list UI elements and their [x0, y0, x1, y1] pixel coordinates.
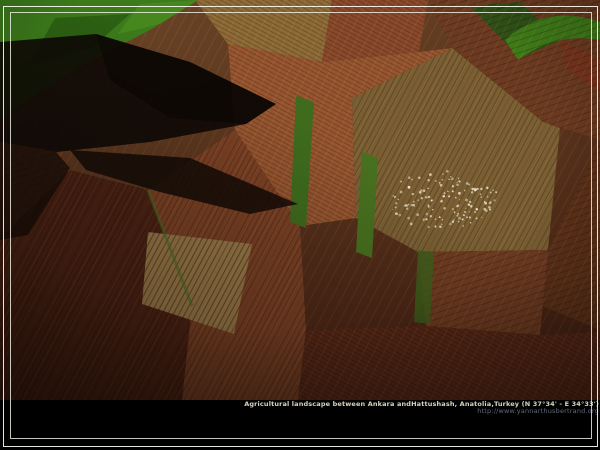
wallpaper-stage: Agricultural landscape between Ankara an…	[0, 0, 600, 450]
frame-inner-line	[10, 12, 592, 439]
